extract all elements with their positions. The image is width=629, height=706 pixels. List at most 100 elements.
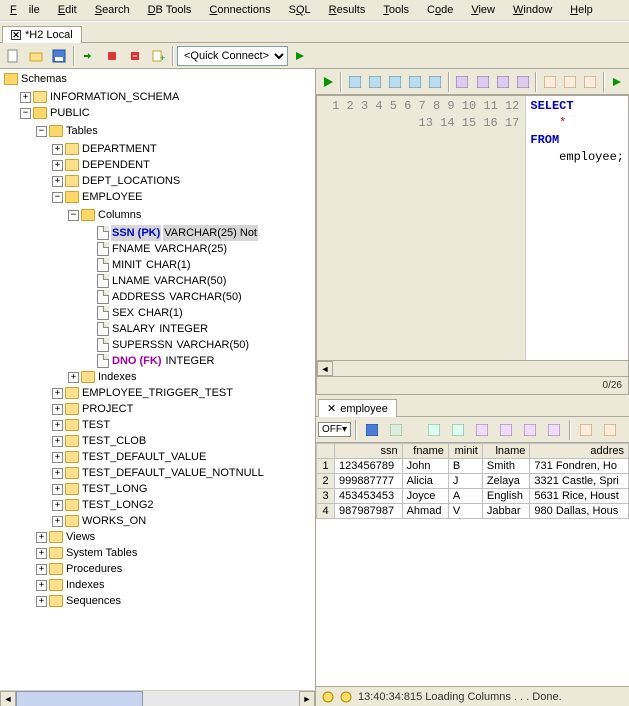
expand-icon[interactable]: + — [36, 580, 47, 591]
tree-column[interactable]: SSN (PK) VARCHAR(25) Not — [84, 225, 258, 241]
sql-editor[interactable]: 1 2 3 4 5 6 7 8 9 10 11 12 13 14 15 16 1… — [316, 95, 629, 395]
expand-icon[interactable]: + — [20, 92, 31, 103]
results-button[interactable] — [519, 419, 541, 441]
results-button[interactable] — [423, 419, 445, 441]
tree-schema[interactable]: −PUBLIC — [20, 105, 91, 121]
run-button[interactable] — [318, 71, 337, 93]
tree-column[interactable]: SALARY INTEGER — [84, 321, 209, 337]
table-cell[interactable]: Zelaya — [482, 474, 530, 489]
quick-connect-go[interactable] — [289, 45, 311, 67]
collapse-icon[interactable]: − — [36, 126, 47, 137]
toolbar-button[interactable] — [365, 71, 384, 93]
toolbar-button[interactable] — [406, 71, 425, 93]
column-header[interactable]: fname — [402, 444, 448, 459]
tree-table[interactable]: +DEPENDENT — [52, 157, 151, 173]
expand-icon[interactable]: + — [52, 484, 63, 495]
collapse-icon[interactable]: − — [20, 108, 31, 119]
tree-views[interactable]: +Views — [36, 529, 96, 545]
expand-icon[interactable]: + — [52, 500, 63, 511]
commit-button[interactable] — [124, 45, 146, 67]
menu-edit[interactable]: Edit — [52, 2, 83, 18]
tree-table[interactable]: +TEST_CLOB — [52, 433, 147, 449]
tree-column[interactable]: MINIT CHAR(1) — [84, 257, 192, 273]
collapse-icon[interactable]: − — [52, 192, 63, 203]
menu-results[interactable]: Results — [323, 2, 372, 18]
table-cell[interactable]: Joyce — [402, 489, 448, 504]
table-cell[interactable]: English — [482, 489, 530, 504]
table-cell[interactable]: John — [402, 459, 448, 474]
results-grid[interactable]: ssnfnameminitlnameaddres 1123456789JohnB… — [316, 443, 629, 686]
expand-icon[interactable]: + — [52, 176, 63, 187]
tree-table[interactable]: +DEPARTMENT — [52, 141, 158, 157]
expand-icon[interactable]: + — [52, 404, 63, 415]
results-button[interactable] — [471, 419, 493, 441]
results-button[interactable] — [599, 419, 621, 441]
tree-node[interactable]: +Indexes — [68, 369, 138, 385]
menu-tools[interactable]: Tools — [377, 2, 415, 18]
column-header[interactable]: lname — [482, 444, 530, 459]
new-tab-button[interactable]: + — [147, 45, 169, 67]
table-cell[interactable]: Alicia — [402, 474, 448, 489]
menu-file[interactable]: File — [4, 2, 46, 18]
menu-connections[interactable]: Connections — [203, 2, 276, 18]
tree-scrollbar[interactable]: ◄ ► — [0, 690, 315, 706]
tree-table[interactable]: +TEST_LONG — [52, 481, 148, 497]
tree-root[interactable]: Schemas — [4, 71, 68, 87]
table-cell[interactable]: A — [448, 489, 482, 504]
tree-schema[interactable]: +INFORMATION_SCHEMA — [20, 89, 180, 105]
results-button[interactable] — [575, 419, 597, 441]
tree-table[interactable]: +TEST_LONG2 — [52, 497, 155, 513]
tree-tables[interactable]: −Tables — [36, 123, 99, 139]
close-tab-icon[interactable]: ✕ — [11, 30, 21, 40]
next-button[interactable] — [608, 71, 627, 93]
menu-help[interactable]: Help — [564, 2, 599, 18]
table-cell[interactable]: Jabbar — [482, 504, 530, 519]
tree-table[interactable]: +DEPT_LOCATIONS — [52, 173, 181, 189]
toolbar-button[interactable] — [473, 71, 492, 93]
window-tab[interactable]: ✕ *H2 Local — [2, 26, 82, 43]
expand-icon[interactable]: + — [52, 388, 63, 399]
results-button[interactable] — [543, 419, 565, 441]
editor-scrollbar[interactable]: ◄ — [317, 360, 628, 376]
tree-table[interactable]: +PROJECT — [52, 401, 134, 417]
expand-icon[interactable]: + — [36, 548, 47, 559]
quick-connect-select[interactable]: <Quick Connect> — [177, 46, 288, 66]
menu-view[interactable]: View — [465, 2, 501, 18]
column-header[interactable]: ssn — [335, 444, 403, 459]
new-file-button[interactable] — [2, 45, 24, 67]
expand-icon[interactable]: + — [52, 144, 63, 155]
toolbar-button[interactable] — [493, 71, 512, 93]
table-cell[interactable]: 5631 Rice, Houst — [530, 489, 629, 504]
expand-icon[interactable]: + — [36, 564, 47, 575]
tree-indexes[interactable]: +Indexes — [36, 577, 106, 593]
column-header[interactable]: addres — [530, 444, 629, 459]
menu-search[interactable]: Search — [89, 2, 136, 18]
toolbar-button[interactable] — [426, 71, 445, 93]
table-cell[interactable]: Ahmad — [402, 504, 448, 519]
menu-code[interactable]: Code — [421, 2, 459, 18]
toolbar-button[interactable] — [581, 71, 600, 93]
toolbar-button[interactable] — [561, 71, 580, 93]
connect-button[interactable] — [78, 45, 100, 67]
table-cell[interactable]: B — [448, 459, 482, 474]
menu-dbtools[interactable]: DB Tools — [142, 2, 198, 18]
tree-column[interactable]: SUPERSSN VARCHAR(50) — [84, 337, 250, 353]
expand-icon[interactable]: + — [52, 436, 63, 447]
expand-icon[interactable]: + — [52, 420, 63, 431]
expand-icon[interactable]: + — [52, 452, 63, 463]
save-results-button[interactable] — [361, 419, 383, 441]
toolbar-button[interactable] — [513, 71, 532, 93]
editor-code[interactable]: SELECT *FROM employee; — [526, 96, 628, 360]
table-cell[interactable]: 980 Dallas, Hous — [530, 504, 629, 519]
table-cell[interactable]: 731 Fondren, Ho — [530, 459, 629, 474]
results-button[interactable] — [495, 419, 517, 441]
table-cell[interactable]: 3321 Castle, Spri — [530, 474, 629, 489]
tree-column[interactable]: SEX CHAR(1) — [84, 305, 184, 321]
expand-icon[interactable]: + — [52, 160, 63, 171]
expand-icon[interactable]: + — [68, 372, 79, 383]
toolbar-button[interactable] — [453, 71, 472, 93]
close-tab-icon[interactable]: ✕ — [327, 402, 336, 415]
tree-column[interactable]: ADDRESS VARCHAR(50) — [84, 289, 243, 305]
tree-procedures[interactable]: +Procedures — [36, 561, 123, 577]
tree-column[interactable]: DNO (FK) INTEGER — [84, 353, 215, 369]
